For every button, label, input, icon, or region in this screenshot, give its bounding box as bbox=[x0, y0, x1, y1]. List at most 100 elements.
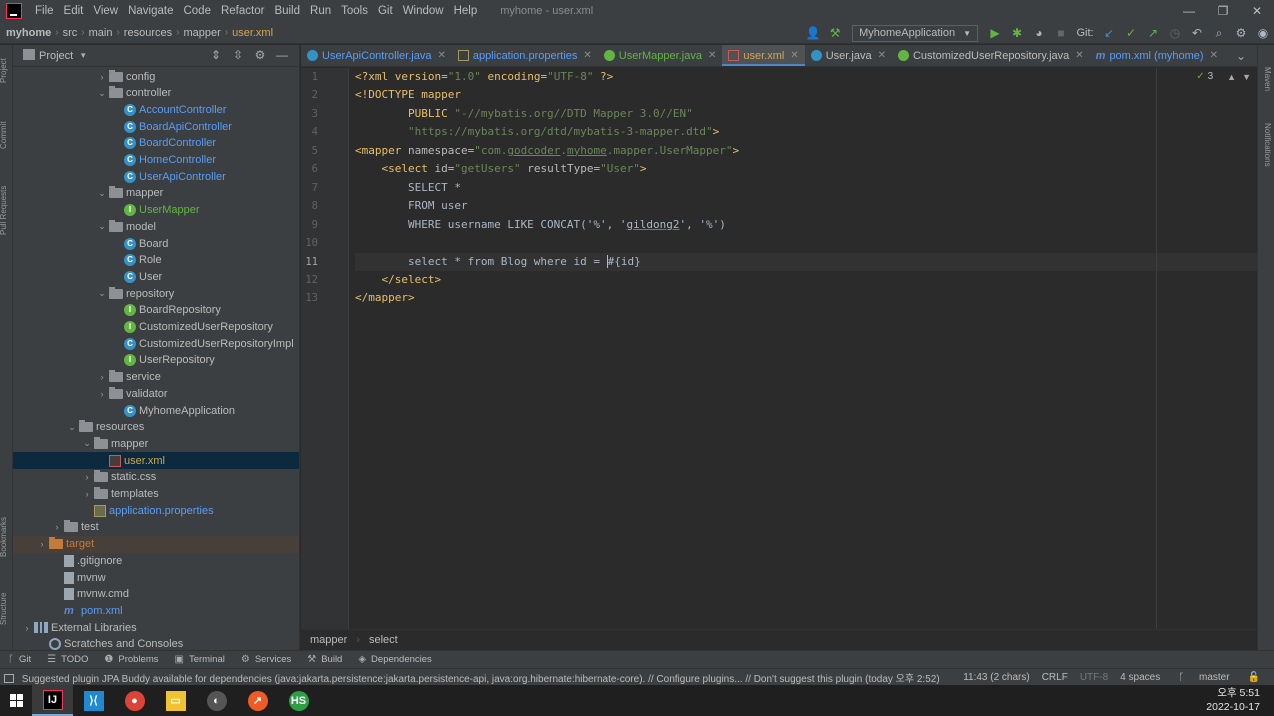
code-line[interactable]: select * from Blog where id = #{id} bbox=[355, 252, 1257, 271]
chevron-right-icon[interactable]: › bbox=[51, 522, 63, 532]
git-push-icon[interactable]: ↗ bbox=[1142, 26, 1164, 40]
tree-item-model[interactable]: ⌄ model bbox=[13, 218, 299, 235]
tool-window-git[interactable]: ᚴ Git bbox=[0, 654, 39, 665]
search-icon[interactable]: ⌕ bbox=[1208, 26, 1230, 41]
tree-item-gitignore[interactable]: .gitignore bbox=[13, 552, 299, 569]
tree-item-mvnw-cmd[interactable]: mvnw.cmd bbox=[13, 586, 299, 603]
breadcrumb-resources[interactable]: resources bbox=[120, 27, 176, 39]
code-line[interactable]: <?xml version="1.0" encoding="UTF-8" ?> bbox=[355, 68, 1257, 86]
tree-item-boardrepository[interactable]: I BoardRepository bbox=[13, 302, 299, 319]
close-tab-icon[interactable]: ✕ bbox=[790, 50, 798, 61]
tree-item-role[interactable]: C Role bbox=[13, 252, 299, 269]
tree-item-controller[interactable]: ⌄ controller bbox=[13, 85, 299, 102]
line-number[interactable]: 4 bbox=[312, 123, 318, 141]
line-number[interactable]: 11 bbox=[305, 253, 318, 271]
next-highlight-icon[interactable]: ▼ bbox=[1242, 72, 1251, 82]
line-number[interactable]: 8 bbox=[312, 197, 318, 215]
tree-item-customizeduserrepositoryimpl[interactable]: C CustomizedUserRepositoryImpl bbox=[13, 335, 299, 352]
taskbar-postman[interactable]: ↗ bbox=[237, 685, 278, 716]
menu-code[interactable]: Code bbox=[178, 5, 216, 17]
tree-item-service[interactable]: › service bbox=[13, 369, 299, 386]
tree-item-accountcontroller[interactable]: C AccountController bbox=[13, 101, 299, 118]
editor-tab-pom-xml-myhome[interactable]: m pom.xml (myhome) ✕ bbox=[1090, 45, 1224, 66]
tree-item-homecontroller[interactable]: C HomeController bbox=[13, 152, 299, 169]
code-line[interactable]: "https://mybatis.org/dtd/mybatis-3-mappe… bbox=[355, 123, 1257, 141]
chevron-down-icon[interactable]: ⌄ bbox=[96, 188, 108, 199]
hide-icon[interactable]: — bbox=[271, 48, 293, 62]
git-branch[interactable]: ᚴ master bbox=[1166, 672, 1241, 683]
tree-item-userapicontroller[interactable]: C UserApiController bbox=[13, 168, 299, 185]
run-configuration-select[interactable]: MyhomeApplication ▼ bbox=[852, 24, 978, 42]
close-icon[interactable]: ✕ bbox=[1240, 0, 1274, 22]
chevron-right-icon[interactable]: › bbox=[21, 623, 33, 633]
close-tab-icon[interactable]: ✕ bbox=[1075, 50, 1083, 61]
chevron-down-icon[interactable]: ⌄ bbox=[96, 221, 108, 232]
chevron-right-icon[interactable]: › bbox=[96, 72, 108, 82]
project-panel-title[interactable]: Project bbox=[39, 50, 73, 62]
system-clock[interactable]: 오후 5:51 2022-10-17 bbox=[1206, 686, 1260, 714]
git-commit-icon[interactable]: ✓ bbox=[1120, 26, 1142, 40]
stripe-commit[interactable]: Commit bbox=[0, 121, 8, 149]
breadcrumb-mapper[interactable]: mapper bbox=[179, 27, 224, 39]
expand-all-icon[interactable]: ⇕ bbox=[205, 48, 227, 62]
indent-setting[interactable]: 4 spaces bbox=[1114, 672, 1166, 683]
tree-item-board[interactable]: C Board bbox=[13, 235, 299, 252]
file-encoding[interactable]: UTF-8 bbox=[1074, 672, 1114, 683]
tree-item-config[interactable]: › config bbox=[13, 68, 299, 85]
history-icon[interactable]: ◷ bbox=[1164, 26, 1186, 40]
tree-item-customizeduserrepository[interactable]: I CustomizedUserRepository bbox=[13, 319, 299, 336]
code-line[interactable]: </select> bbox=[355, 271, 1257, 289]
menu-tools[interactable]: Tools bbox=[336, 5, 373, 17]
maximize-icon[interactable]: ❐ bbox=[1206, 0, 1240, 22]
tool-window-problems[interactable]: ❶ Problems bbox=[96, 654, 166, 665]
chevron-down-icon[interactable]: ⌄ bbox=[96, 88, 108, 99]
tool-window-todo[interactable]: ☰ TODO bbox=[39, 654, 96, 665]
menu-run[interactable]: Run bbox=[305, 5, 336, 17]
close-tab-icon[interactable]: ✕ bbox=[437, 50, 445, 61]
tree-item-mvnw[interactable]: mvnw bbox=[13, 569, 299, 586]
chevron-right-icon[interactable]: › bbox=[81, 472, 93, 482]
tree-item-myhomeapplication[interactable]: C MyhomeApplication bbox=[13, 402, 299, 419]
close-tab-icon[interactable]: ✕ bbox=[878, 50, 886, 61]
code-line[interactable]: PUBLIC "-//mybatis.org//DTD Mapper 3.0//… bbox=[355, 105, 1257, 123]
chevron-right-icon[interactable]: › bbox=[36, 539, 48, 549]
tree-item-external-libraries[interactable]: › External Libraries bbox=[13, 619, 299, 636]
menu-navigate[interactable]: Navigate bbox=[123, 5, 178, 17]
editor-breadcrumb-mapper[interactable]: mapper bbox=[301, 634, 356, 646]
code-line[interactable]: SELECT * bbox=[355, 179, 1257, 197]
menu-refactor[interactable]: Refactor bbox=[216, 5, 269, 17]
lock-icon[interactable]: 🔓 bbox=[1242, 672, 1266, 683]
tool-window-build[interactable]: ⚒ Build bbox=[299, 654, 350, 665]
tree-item-application-properties[interactable]: application.properties bbox=[13, 502, 299, 519]
code-line[interactable]: </mapper> bbox=[355, 289, 1257, 307]
line-number[interactable]: 3 bbox=[312, 105, 318, 123]
menu-view[interactable]: View bbox=[88, 5, 123, 17]
chevron-down-icon[interactable]: ⌄ bbox=[1230, 49, 1252, 63]
tree-item-mapper[interactable]: ⌄ mapper bbox=[13, 435, 299, 452]
editor-tab-user-java[interactable]: User.java ✕ bbox=[805, 45, 892, 66]
tree-item-mapper[interactable]: ⌄ mapper bbox=[13, 185, 299, 202]
user-icon[interactable]: 👤 bbox=[802, 26, 824, 40]
stripe-structure[interactable]: Structure bbox=[0, 593, 8, 625]
menu-help[interactable]: Help bbox=[449, 5, 483, 17]
tree-item-repository[interactable]: ⌄ repository bbox=[13, 285, 299, 302]
tree-item-boardapicontroller[interactable]: C BoardApiController bbox=[13, 118, 299, 135]
line-number[interactable]: 12 bbox=[305, 271, 318, 289]
run-icon[interactable]: ▶ bbox=[984, 26, 1006, 40]
editor-tab-application-properties[interactable]: application.properties ✕ bbox=[452, 45, 598, 66]
tree-item-user[interactable]: C User bbox=[13, 268, 299, 285]
editor-tab-usermapper-java[interactable]: UserMapper.java ✕ bbox=[598, 45, 723, 66]
menu-git[interactable]: Git bbox=[373, 5, 398, 17]
breadcrumb-file[interactable]: user.xml bbox=[228, 27, 277, 39]
editor-tab-customizeduserrepository-java[interactable]: CustomizedUserRepository.java ✕ bbox=[892, 45, 1090, 66]
close-tab-icon[interactable]: ✕ bbox=[583, 50, 591, 61]
editor-breadcrumb-select[interactable]: select bbox=[360, 634, 407, 646]
status-message[interactable]: Suggested plugin JPA Buddy available for… bbox=[4, 670, 994, 685]
tree-item-user-xml[interactable]: user.xml bbox=[13, 452, 299, 470]
chevron-down-icon[interactable]: ⌄ bbox=[96, 288, 108, 299]
tree-item-templates[interactable]: › templates bbox=[13, 486, 299, 503]
stripe-pull-requests[interactable]: Pull Requests bbox=[0, 186, 8, 235]
rollback-icon[interactable]: ↶ bbox=[1186, 26, 1208, 40]
stop-icon[interactable]: ■ bbox=[1050, 26, 1072, 40]
tool-window-terminal[interactable]: ▣ Terminal bbox=[166, 654, 232, 665]
